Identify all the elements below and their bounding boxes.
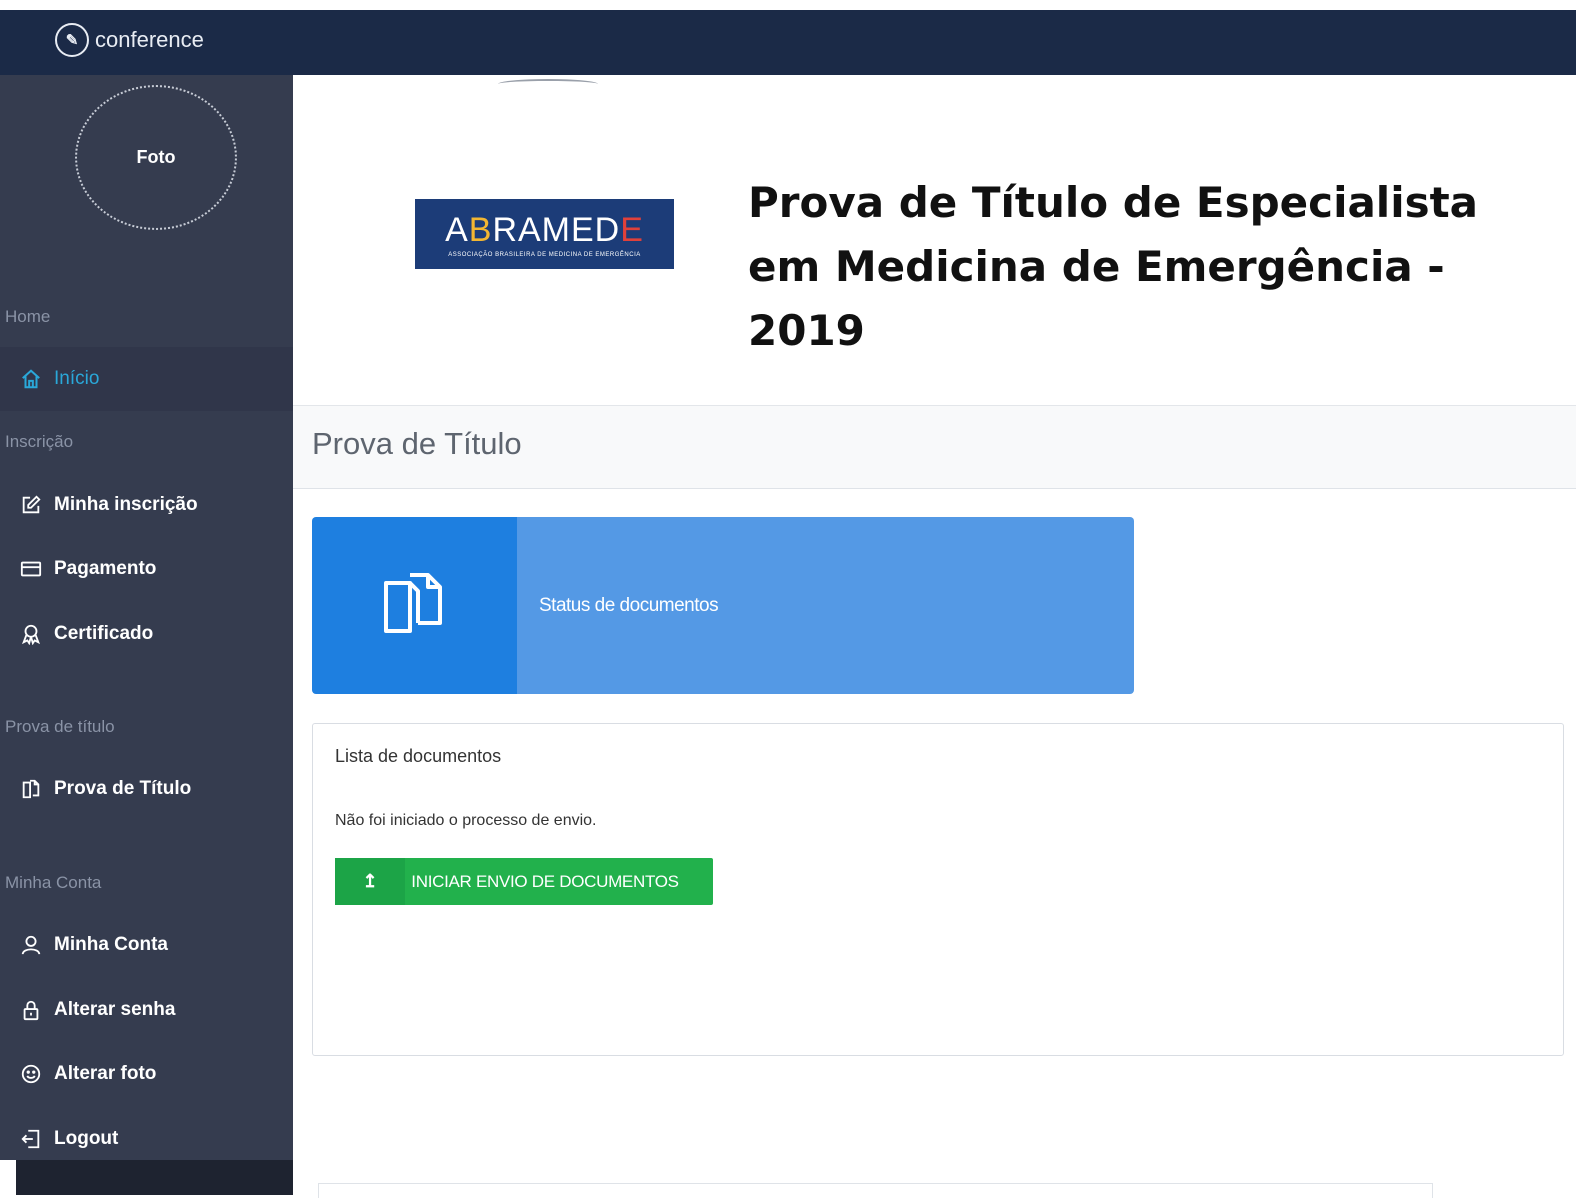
sidebar-item-prova-de-titulo[interactable]: Prova de Título: [18, 776, 191, 802]
edit-icon: [18, 492, 44, 518]
documents-icon: [382, 571, 448, 640]
status-card-label: Status de documentos: [517, 517, 1134, 694]
sidebar-item-certificado[interactable]: Certificado: [18, 621, 153, 647]
user-icon: [18, 932, 44, 958]
sidebar-item-label: Alterar foto: [54, 1063, 157, 1084]
documents-panel-title: Lista de documentos: [335, 746, 502, 766]
event-title: Prova de Título de Especialista em Medic…: [748, 178, 1479, 355]
profile-photo-placeholder[interactable]: Foto: [75, 85, 237, 230]
logout-icon: [18, 1126, 44, 1152]
home-icon: [18, 366, 44, 392]
smile-icon: [18, 1061, 44, 1087]
main-content: ABRAMEDE ASSOCIAÇÃO BRASILEIRA DE MEDICI…: [293, 75, 1576, 1198]
sidebar-item-label: Logout: [54, 1128, 119, 1149]
sidebar-footer: [0, 1160, 293, 1195]
sidebar-item-label: Início: [54, 368, 100, 389]
sidebar-item-label: Prova de Título: [54, 778, 192, 799]
banner-decoration: [498, 79, 598, 89]
page-title: Prova de Título: [312, 426, 522, 461]
sidebar-section-home: Home: [5, 307, 51, 326]
conference-logo-icon: ✎: [55, 23, 89, 57]
sidebar-section-prova-de-titulo: Prova de título: [5, 717, 115, 736]
bottom-panel-edge: [318, 1183, 1433, 1198]
status-card-icon-area: [312, 517, 517, 694]
sidebar-item-label: Minha Conta: [54, 934, 168, 955]
sidebar-item-label: Minha inscrição: [54, 494, 198, 515]
sidebar-item-minha-inscricao[interactable]: Minha inscrição: [18, 492, 198, 518]
status-documents-card[interactable]: Status de documentos: [312, 517, 1134, 694]
sidebar-item-alterar-senha[interactable]: Alterar senha: [18, 997, 175, 1023]
top-navbar: ✎ conference: [0, 0, 1576, 75]
sidebar: Foto Home Início Inscrição Minha inscriç…: [0, 75, 293, 1160]
sidebar-item-label: Pagamento: [54, 558, 157, 579]
documents-panel: Lista de documentos Não foi iniciado o p…: [312, 723, 1564, 1056]
abramede-logo: ABRAMEDE ASSOCIAÇÃO BRASILEIRA DE MEDICI…: [415, 199, 674, 269]
sidebar-item-alterar-foto[interactable]: Alterar foto: [18, 1061, 156, 1087]
documents-icon: [18, 776, 44, 802]
sidebar-footer-strip: [0, 1160, 16, 1195]
abramede-logo-text: ABRAMEDE: [445, 210, 644, 249]
brand-name: conference: [95, 27, 204, 52]
sidebar-section-minha-conta: Minha Conta: [5, 873, 102, 892]
start-document-upload-button[interactable]: ↥ INICIAR ENVIO DE DOCUMENTOS: [335, 858, 713, 905]
brand[interactable]: ✎ conference: [55, 23, 204, 57]
abramede-logo-subtitle: ASSOCIAÇÃO BRASILEIRA DE MEDICINA DE EME…: [448, 251, 641, 258]
award-icon: [18, 621, 44, 647]
sidebar-item-minha-conta[interactable]: Minha Conta: [18, 932, 168, 958]
photo-label: Foto: [136, 147, 176, 167]
upload-arrow-icon: ↥: [335, 858, 405, 905]
sidebar-section-inscricao: Inscrição: [5, 432, 74, 451]
documents-status-message: Não foi iniciado o processo de envio.: [335, 812, 597, 829]
sidebar-item-pagamento[interactable]: Pagamento: [18, 556, 156, 582]
sidebar-item-label: Certificado: [54, 623, 154, 644]
credit-card-icon: [18, 556, 44, 582]
lock-icon: [18, 997, 44, 1023]
sidebar-item-label: Alterar senha: [54, 999, 176, 1020]
sidebar-item-inicio[interactable]: Início: [18, 366, 99, 392]
page-header: Prova de Título: [293, 405, 1576, 489]
sidebar-item-logout[interactable]: Logout: [18, 1126, 118, 1152]
start-document-upload-label: INICIAR ENVIO DE DOCUMENTOS: [411, 871, 679, 891]
